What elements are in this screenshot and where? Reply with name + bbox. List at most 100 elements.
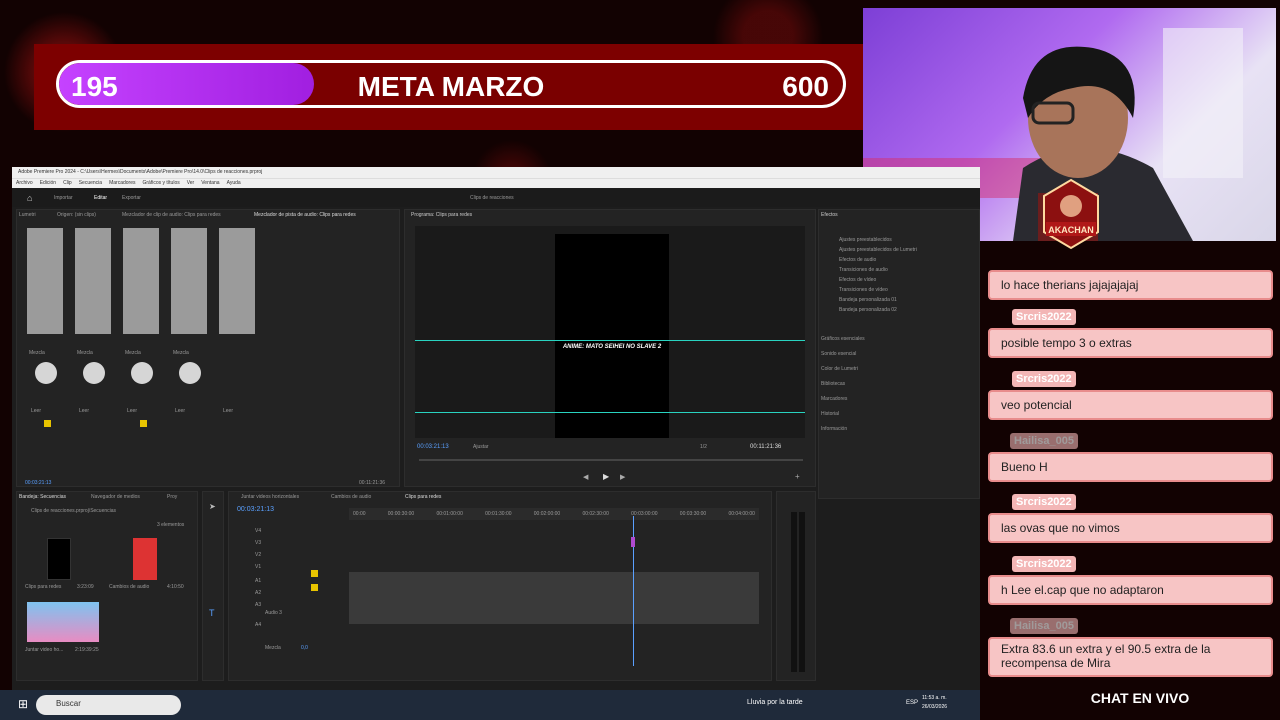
- project-name: Clips de reacciones: [470, 195, 514, 201]
- mixer-channel-5: [219, 228, 255, 334]
- weather-label[interactable]: Lluvia por la tarde: [747, 699, 803, 706]
- ruler-label: 00:04:00:00: [728, 511, 755, 517]
- solo-button-3[interactable]: [140, 420, 147, 427]
- timeline-tab-1[interactable]: Cambios de audio: [331, 494, 371, 500]
- step-forward-icon[interactable]: ▶: [620, 473, 625, 481]
- mixer-mode-1[interactable]: Mezcla: [29, 350, 45, 356]
- home-icon[interactable]: ⌂: [27, 193, 32, 203]
- menu-edicion[interactable]: Edición: [40, 180, 56, 187]
- tab-importar[interactable]: Importar: [54, 195, 73, 201]
- language-indicator[interactable]: ESP: [906, 700, 918, 706]
- tab-editar[interactable]: Editar: [94, 195, 107, 201]
- menu-archivo[interactable]: Archivo: [16, 180, 33, 187]
- clock-date[interactable]: 26/03/2026: [922, 704, 947, 710]
- bin-thumb-2[interactable]: [133, 538, 157, 580]
- mixer-mode-3[interactable]: Mezcla: [125, 350, 141, 356]
- mixer-read-2[interactable]: Leer: [79, 408, 89, 414]
- tab-track-mixer[interactable]: Mezclador de pista de audio: Clips para …: [254, 212, 356, 218]
- menu-ver[interactable]: Ver: [187, 180, 195, 187]
- tab-clip-mixer[interactable]: Mezclador de clip de audio: Clips para r…: [122, 212, 221, 218]
- effects-item-3[interactable]: Transiciones de audio: [839, 267, 888, 273]
- search-input[interactable]: Buscar: [36, 695, 181, 715]
- clock-time[interactable]: 11:53 a. m.: [922, 695, 947, 701]
- pan-knob-2[interactable]: [83, 362, 105, 384]
- mixer-read-4[interactable]: Leer: [175, 408, 185, 414]
- track-a2[interactable]: A2: [255, 590, 261, 596]
- side-panel-3[interactable]: Bibliotecas: [821, 381, 845, 387]
- chat-username: Hailisa_005: [1010, 618, 1078, 634]
- chat-username: Srcris2022: [1012, 556, 1076, 572]
- menu-graficos[interactable]: Gráficos y títulos: [142, 180, 179, 187]
- bin-item-dur-1: 3:23:09: [77, 584, 94, 590]
- fit-select[interactable]: Ajustar: [473, 444, 489, 450]
- effects-item-4[interactable]: Efectos de vídeo: [839, 277, 876, 283]
- selection-tool-icon[interactable]: ➤: [209, 502, 216, 511]
- pan-knob-3[interactable]: [131, 362, 153, 384]
- side-panel-2[interactable]: Color de Lumetri: [821, 366, 858, 372]
- effects-item-0[interactable]: Ajustes preestablecidos: [839, 237, 892, 243]
- menu-ventana[interactable]: Ventana: [201, 180, 219, 187]
- side-panel-0[interactable]: Gráficos esenciales: [821, 336, 865, 342]
- pan-knob-1[interactable]: [35, 362, 57, 384]
- timeline-ruler[interactable]: 00:00 00:00:30:00 00:01:00:00 00:01:30:0…: [349, 508, 759, 520]
- mixer-read-3[interactable]: Leer: [127, 408, 137, 414]
- track-a4[interactable]: A4: [255, 622, 261, 628]
- mix-value[interactable]: 0,0: [301, 645, 308, 651]
- mixer-mode-2[interactable]: Mezcla: [77, 350, 93, 356]
- clip-marker[interactable]: [631, 537, 635, 547]
- track-v3[interactable]: V3: [255, 540, 261, 546]
- chat-footer: CHAT EN VIVO: [1090, 690, 1190, 706]
- chat-username: Srcris2022: [1012, 371, 1076, 387]
- playhead-bar[interactable]: [419, 459, 803, 461]
- goal-progress-bar: META MARZO 195 600: [56, 60, 846, 108]
- bin-thumb-1[interactable]: [47, 538, 71, 580]
- meter-left: [791, 512, 797, 672]
- windows-icon[interactable]: ⊞: [18, 697, 28, 711]
- tab-lumetri[interactable]: Lumetri: [19, 212, 36, 218]
- effects-item-7[interactable]: Bandeja personalizada 02: [839, 307, 897, 313]
- effects-item-5[interactable]: Transiciones de vídeo: [839, 287, 888, 293]
- track-a3[interactable]: A3: [255, 602, 261, 608]
- mixer-mode-4[interactable]: Mezcla: [173, 350, 189, 356]
- side-panel-1[interactable]: Sonido esencial: [821, 351, 856, 357]
- menu-marcadores[interactable]: Marcadores: [109, 180, 135, 187]
- effects-item-1[interactable]: Ajustes preestablecidos de Lumetri: [839, 247, 917, 253]
- chat-message-text: h Lee el.cap que no adaptaron: [1001, 583, 1164, 597]
- timeline-tab-2[interactable]: Clips para redes: [405, 494, 441, 500]
- timeline-tab-0[interactable]: Juntar videos horizontales: [241, 494, 299, 500]
- menu-secuencia[interactable]: Secuencia: [79, 180, 102, 187]
- tab-origen[interactable]: Origen: (sin clips): [57, 212, 96, 218]
- chat-message-text: posible tempo 3 o extras: [1001, 336, 1132, 350]
- side-panel-6[interactable]: Información: [821, 426, 847, 432]
- track-v2[interactable]: V2: [255, 552, 261, 558]
- type-tool-icon[interactable]: T: [209, 608, 215, 618]
- menu-clip[interactable]: Clip: [63, 180, 72, 187]
- track-solo-a1[interactable]: [311, 570, 318, 577]
- mixer-read-1[interactable]: Leer: [31, 408, 41, 414]
- goal-title: META MARZO: [357, 71, 545, 102]
- bin-tab-navegador[interactable]: Navegador de medios: [91, 494, 140, 500]
- track-solo-a2[interactable]: [311, 584, 318, 591]
- pan-knob-4[interactable]: [179, 362, 201, 384]
- add-button-icon[interactable]: +: [795, 472, 800, 481]
- bin-thumb-3[interactable]: [27, 602, 99, 642]
- chat-message-text: lo hace therians jajajajajaj: [1001, 278, 1139, 292]
- mixer-read-5[interactable]: Leer: [223, 408, 233, 414]
- effects-item-2[interactable]: Efectos de audio: [839, 257, 876, 263]
- side-panel-5[interactable]: Historial: [821, 411, 839, 417]
- play-icon[interactable]: ▶: [603, 472, 609, 481]
- premiere-window: Adobe Premiere Pro 2024 - C:\Users\Herme…: [12, 167, 980, 690]
- tab-exportar[interactable]: Exportar: [122, 195, 141, 201]
- effects-item-6[interactable]: Bandeja personalizada 01: [839, 297, 897, 303]
- stream-scene: META MARZO 195 600 AKACHAN Adobe Premier…: [0, 0, 1280, 720]
- bin-tab-secuencias[interactable]: Bandeja: Secuencias: [19, 494, 66, 500]
- track-a1[interactable]: A1: [255, 578, 261, 584]
- track-v1[interactable]: V1: [255, 564, 261, 570]
- bin-tab-proy[interactable]: Proy: [167, 494, 177, 500]
- resolution-select[interactable]: 1/2: [700, 444, 707, 450]
- step-back-icon[interactable]: ◀: [583, 473, 588, 481]
- menu-ayuda[interactable]: Ayuda: [227, 180, 241, 187]
- side-panel-4[interactable]: Marcadores: [821, 396, 847, 402]
- solo-button[interactable]: [44, 420, 51, 427]
- track-v4[interactable]: V4: [255, 528, 261, 534]
